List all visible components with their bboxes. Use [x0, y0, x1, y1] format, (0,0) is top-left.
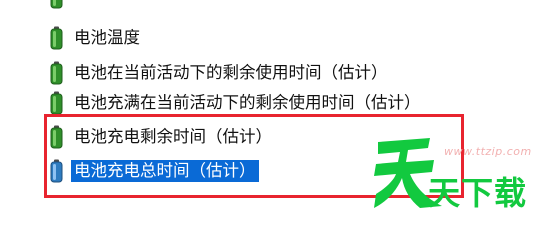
list-item-label: · · · ·	[71, 0, 114, 8]
battery-icon	[50, 61, 63, 85]
list-item-battery-temperature[interactable]: 电池温度	[50, 24, 143, 52]
list-item-label: 电池充满在当前活动下的剩余使用时间（估计）	[74, 93, 421, 112]
watermark-brand: 天下载	[428, 174, 528, 212]
watermark: www.ttzip.com 天下载	[372, 132, 543, 212]
list-item-cutoff[interactable]: · · · ·	[50, 0, 114, 11]
battery-icon	[50, 26, 63, 50]
battery-icon	[50, 91, 63, 115]
battery-icon	[50, 0, 63, 9]
list-item-full-remaining-time[interactable]: 电池充满在当前活动下的剩余使用时间（估计）	[50, 89, 424, 117]
list-item-remaining-time[interactable]: 电池在当前活动下的剩余使用时间（估计）	[50, 59, 391, 87]
watermark-url: www.ttzip.com	[444, 145, 532, 158]
list-item-label: 电池在当前活动下的剩余使用时间（估计）	[74, 63, 388, 82]
list-item-label: 电池温度	[74, 28, 140, 47]
